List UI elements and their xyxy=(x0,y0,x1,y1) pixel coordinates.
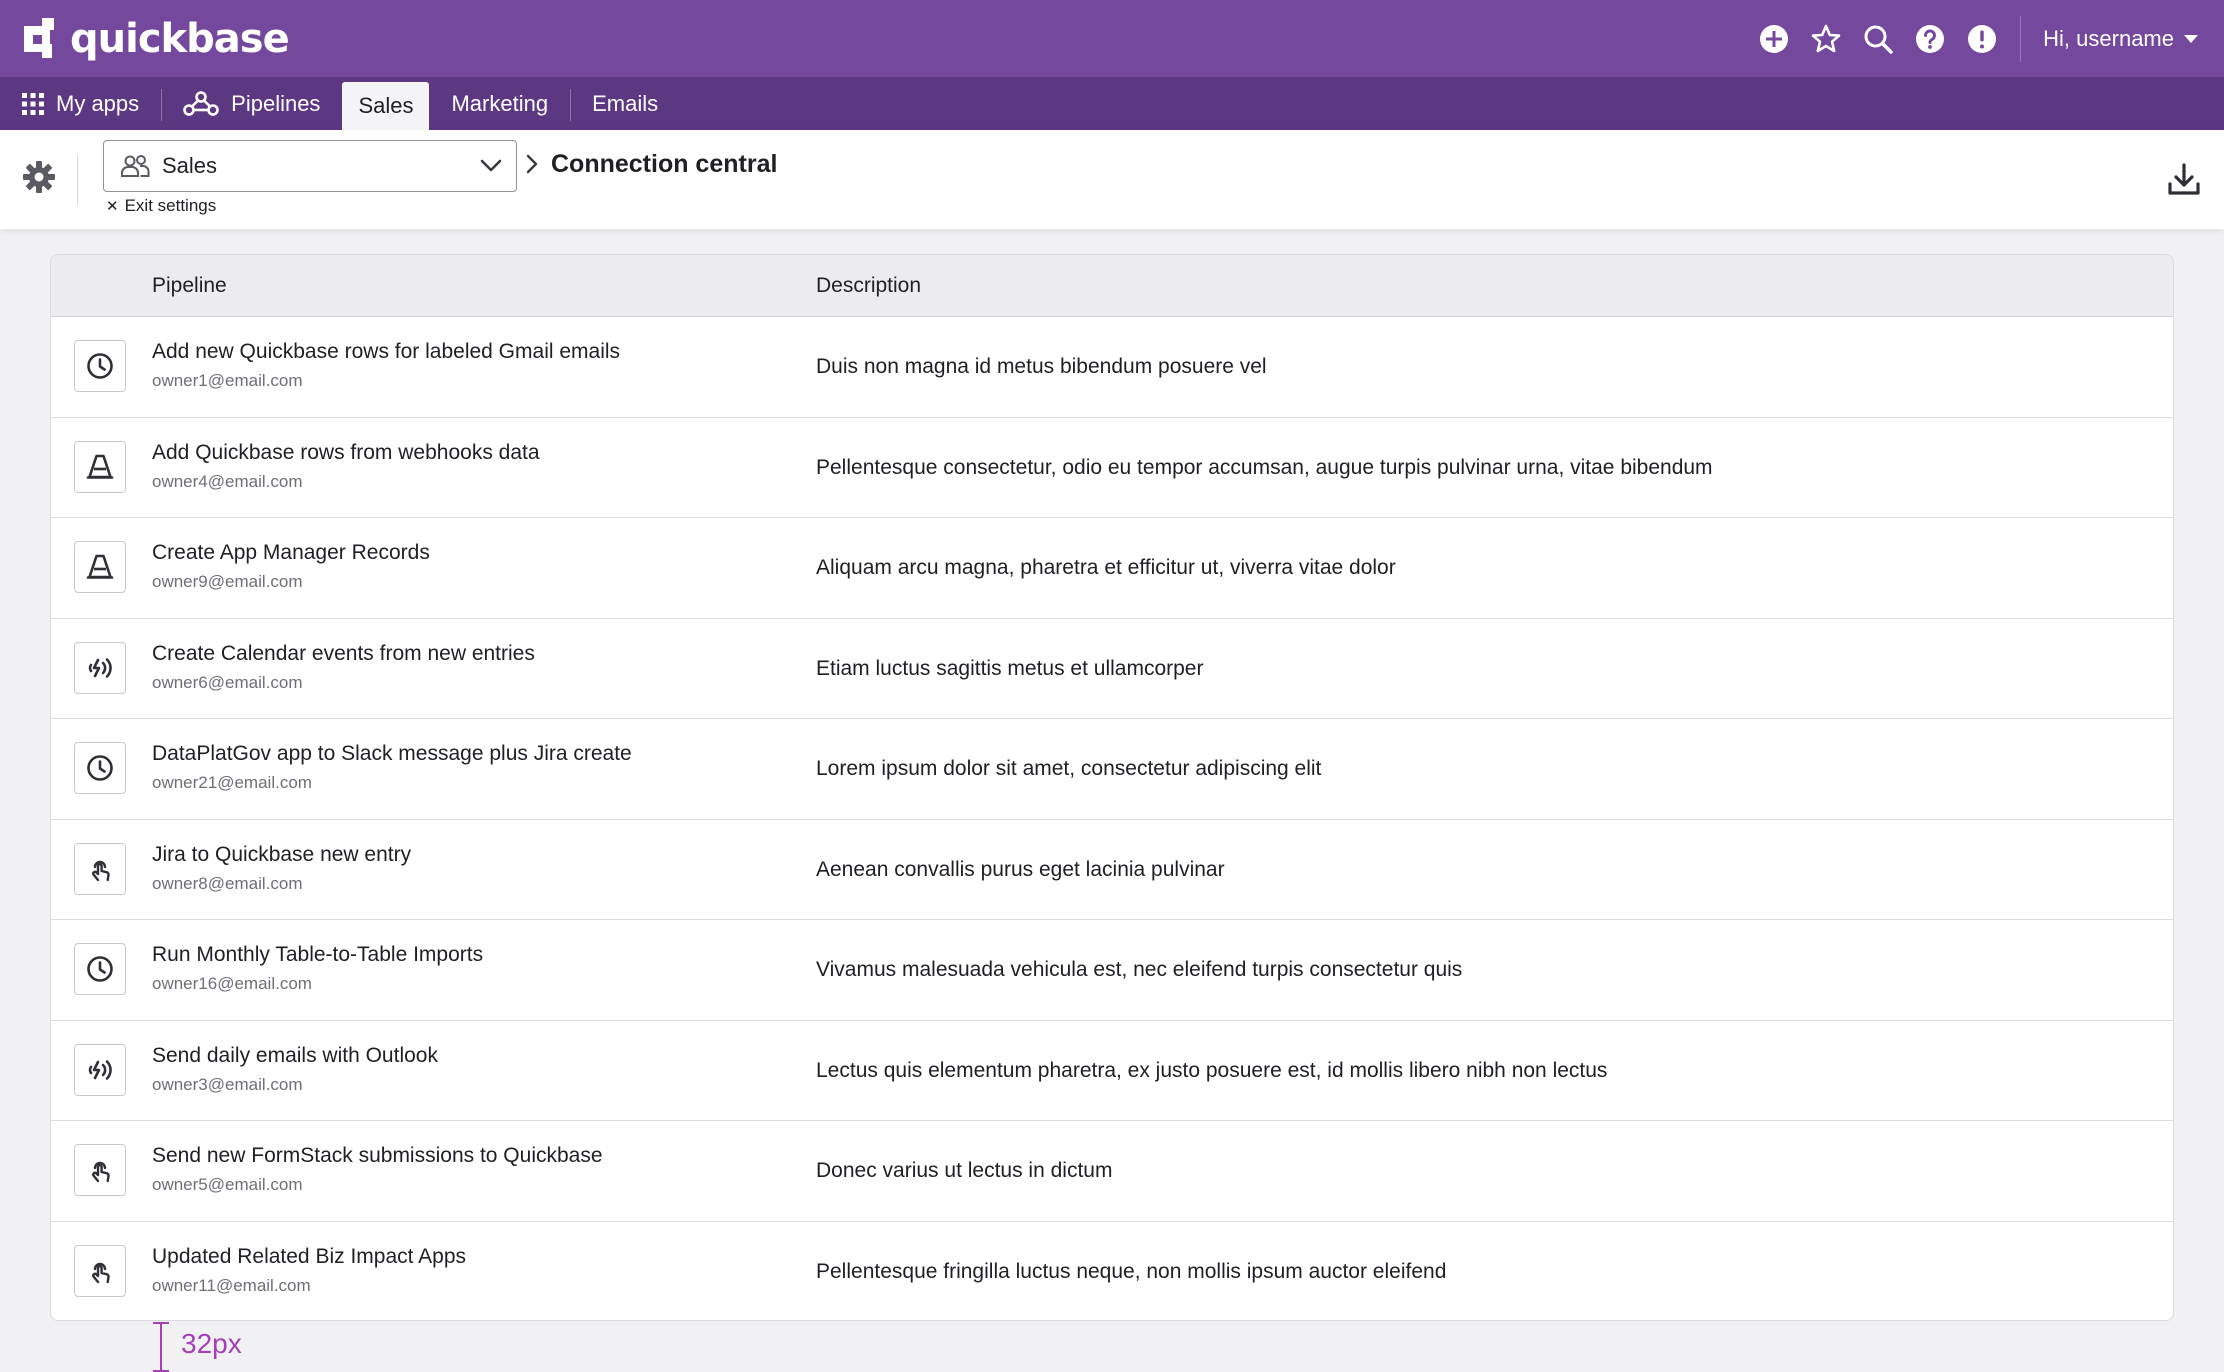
pipeline-owner: owner5@email.com xyxy=(152,1175,303,1194)
column-header-pipeline[interactable]: Pipeline xyxy=(152,274,227,298)
pipeline-owner: owner6@email.com xyxy=(152,672,303,692)
pipeline-name[interactable]: Add new Quickbase rows for labeled Gmail… xyxy=(152,340,620,364)
column-header-description[interactable]: Description xyxy=(816,274,921,298)
table-row[interactable]: Add Quickbase rows from webhooks data own… xyxy=(51,418,2173,518)
pipelines-icon xyxy=(183,90,219,117)
gear-icon[interactable] xyxy=(22,160,56,194)
pipeline-description: Pellentesque consectetur, odio eu tempor… xyxy=(816,455,1713,479)
table-row[interactable]: Create Calendar events from new entries o… xyxy=(51,619,2173,719)
pipeline-description: Aliquam arcu magna, pharetra et efficitu… xyxy=(816,556,1396,579)
pipeline-owner: owner16@email.com xyxy=(152,974,312,993)
page-title: Connection central xyxy=(551,150,778,178)
table-row[interactable]: DataPlatGov app to Slack message plus Ji… xyxy=(51,719,2173,820)
pipeline-description: Pellentesque fringilla luctus neque, non… xyxy=(816,1259,1447,1283)
clock-icon xyxy=(74,943,126,995)
pipeline-description: Donec varius ut lectus in dictum xyxy=(816,1159,1113,1182)
grid-icon xyxy=(22,92,44,115)
top-bar: quickbase Hi, username xyxy=(0,0,2224,77)
pipeline-description: Vivamus malesuada vehicula est, nec elei… xyxy=(816,958,1463,981)
exit-settings-label: Exit settings xyxy=(124,196,217,215)
user-menu[interactable]: Hi, username xyxy=(2043,26,2198,52)
table-row[interactable]: Jira to Quickbase new entry owner8@email.… xyxy=(51,820,2173,920)
table-row[interactable]: Run Monthly Table-to-Table Imports owner1… xyxy=(51,920,2173,1021)
table-row[interactable]: Send daily emails with Outlook owner3@ema… xyxy=(51,1021,2173,1121)
settings-header: Sales ✕ Exit settings Connection central xyxy=(0,130,2224,229)
table-row[interactable]: Send new FormStack submissions to Quickb… xyxy=(51,1121,2173,1222)
cone-icon xyxy=(74,541,126,593)
chevron-down-icon xyxy=(480,159,502,173)
add-circle-icon[interactable] xyxy=(1748,13,1800,65)
star-icon[interactable] xyxy=(1800,13,1852,65)
divider xyxy=(77,154,78,206)
pipeline-owner: owner3@email.com xyxy=(152,1074,303,1094)
clock-icon xyxy=(74,340,126,392)
nav-label: Sales xyxy=(358,93,414,118)
clock-icon xyxy=(74,742,126,794)
nav-label: Emails xyxy=(592,90,659,116)
quickbase-logo-icon xyxy=(24,17,54,58)
pipeline-description: Duis non magna id metus bibendum posuere… xyxy=(816,355,1267,378)
tab-marketing[interactable]: Marketing xyxy=(429,77,570,130)
tab-sales[interactable]: Sales xyxy=(342,82,430,130)
touch-icon xyxy=(74,842,126,895)
pipelines-table: Pipeline Description Add new Quickbase r… xyxy=(50,254,2174,1321)
table-body: Add new Quickbase rows for labeled Gmail… xyxy=(51,317,2173,1321)
annotation-label: 32px xyxy=(181,1328,242,1359)
search-icon[interactable] xyxy=(1852,13,1904,65)
pipeline-name[interactable]: Add Quickbase rows from webhooks data xyxy=(152,441,540,465)
cone-icon xyxy=(74,440,126,493)
pipeline-name[interactable]: DataPlatGov app to Slack message plus Ji… xyxy=(152,742,632,766)
table-row[interactable]: Add new Quickbase rows for labeled Gmail… xyxy=(51,317,2173,418)
nav-label: Pipelines xyxy=(231,90,321,116)
touch-icon xyxy=(74,1244,126,1297)
pipeline-name[interactable]: Send new FormStack submissions to Quickb… xyxy=(152,1144,603,1168)
app-select-dropdown[interactable]: Sales xyxy=(103,140,517,192)
exit-settings-link[interactable]: ✕ Exit settings xyxy=(106,196,216,216)
pipeline-name[interactable]: Create Calendar events from new entries xyxy=(152,642,535,666)
nav-label: Marketing xyxy=(451,90,549,116)
signal-icon xyxy=(74,641,126,694)
brand-name: quickbase xyxy=(70,15,290,62)
table-header: Pipeline Description xyxy=(51,255,2173,317)
pipeline-description: Etiam luctus sagittis metus et ullamcorp… xyxy=(816,656,1204,680)
user-greeting: Hi, username xyxy=(2043,25,2174,51)
annotation-line xyxy=(160,1322,162,1372)
header-divider xyxy=(2020,15,2022,62)
help-icon[interactable] xyxy=(1904,13,1956,65)
nav-item-pipelines[interactable]: Pipelines xyxy=(161,77,342,130)
pipeline-name[interactable]: Run Monthly Table-to-Table Imports xyxy=(152,943,483,967)
pipeline-owner: owner21@email.com xyxy=(152,773,312,792)
pipeline-name[interactable]: Jira to Quickbase new entry xyxy=(152,843,411,867)
pipeline-description: Lorem ipsum dolor sit amet, consectetur … xyxy=(816,757,1322,780)
pipeline-owner: owner4@email.com xyxy=(152,471,303,491)
chevron-right-icon xyxy=(526,154,538,174)
nav-label: My apps xyxy=(56,90,140,116)
pipeline-name[interactable]: Create App Manager Records xyxy=(152,541,430,565)
pipeline-description: Aenean convallis purus eget lacinia pulv… xyxy=(816,857,1225,881)
pipeline-description: Lectus quis elementum pharetra, ex justo… xyxy=(816,1058,1608,1082)
table-row[interactable]: Updated Related Biz Impact Apps owner11@e… xyxy=(51,1222,2173,1321)
tab-emails[interactable]: Emails xyxy=(570,77,680,130)
brand-logo[interactable]: quickbase xyxy=(24,15,290,62)
pipeline-owner: owner11@email.com xyxy=(152,1275,311,1295)
touch-icon xyxy=(74,1144,126,1196)
users-icon xyxy=(121,155,150,177)
nav-item-my-apps[interactable]: My apps xyxy=(0,77,161,130)
table-row[interactable]: Create App Manager Records owner9@email.c… xyxy=(51,518,2173,619)
download-icon[interactable] xyxy=(2166,162,2202,198)
caret-down-icon xyxy=(2184,34,2198,43)
app-select-value: Sales xyxy=(162,153,218,178)
signal-icon xyxy=(74,1043,126,1096)
pipeline-owner: owner8@email.com xyxy=(152,873,303,893)
pipeline-name[interactable]: Updated Related Biz Impact Apps xyxy=(152,1245,466,1269)
pipeline-owner: owner9@email.com xyxy=(152,572,303,591)
close-icon: ✕ xyxy=(106,198,119,215)
pipeline-owner: owner1@email.com xyxy=(152,371,303,390)
app-nav-bar: My apps Pipelines Sales Marketing Emails xyxy=(0,77,2224,130)
pipeline-name[interactable]: Send daily emails with Outlook xyxy=(152,1044,438,1068)
alert-icon[interactable] xyxy=(1956,13,2008,65)
